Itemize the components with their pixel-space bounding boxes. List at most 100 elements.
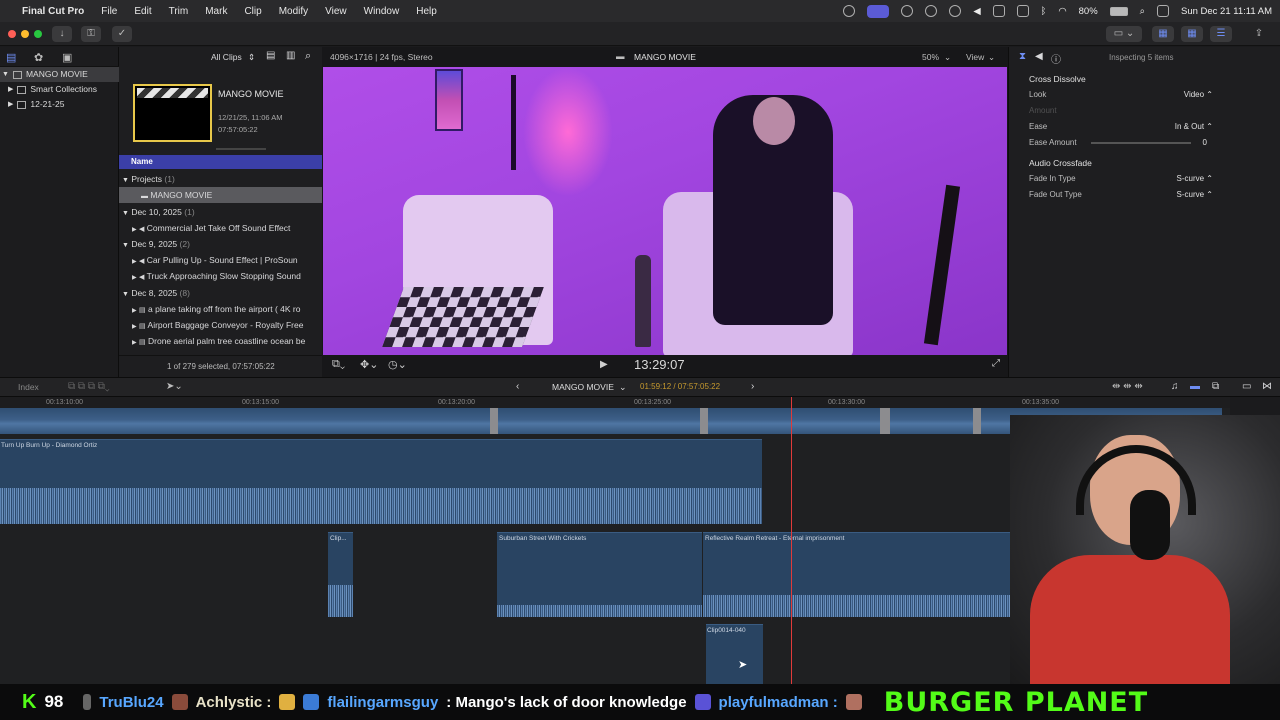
- list-item[interactable]: ▶ ◀ Truck Approaching Slow Stopping Soun…: [119, 268, 322, 284]
- timeline-toggle-button[interactable]: ▦: [1181, 26, 1203, 42]
- transition-marker[interactable]: [880, 408, 890, 434]
- disclosure-open-icon[interactable]: ▼: [122, 291, 129, 298]
- zoom-dropdown[interactable]: 50%: [922, 52, 939, 62]
- inspector-value[interactable]: S-curve ⌃: [1177, 171, 1214, 187]
- trim-tools-icon[interactable]: ⇹ ⇹ ⇹: [1112, 381, 1143, 392]
- disclosure-closed-icon[interactable]: ▶: [132, 227, 137, 233]
- inspector-row-fade-in[interactable]: Fade In Type S-curve ⌃: [1029, 171, 1269, 187]
- forward-button[interactable]: ›: [751, 381, 754, 392]
- photos-icon[interactable]: ✿: [34, 51, 43, 64]
- menu-clip[interactable]: Clip: [244, 6, 261, 17]
- timecode-display[interactable]: 13:29:07: [634, 357, 685, 372]
- close-window-button[interactable]: [8, 30, 16, 38]
- group-projects[interactable]: ▼ Projects (1): [119, 171, 322, 187]
- disclosure-open-icon[interactable]: ▼: [2, 67, 9, 82]
- effects-browser-icon[interactable]: ⋈: [1262, 381, 1272, 392]
- menu-edit[interactable]: Edit: [134, 6, 151, 17]
- edit-buttons[interactable]: ⧉ ⧉ ⧉ ⧉⌄: [68, 381, 110, 392]
- volume-icon[interactable]: ◀︎: [973, 6, 980, 17]
- disclosure-closed-icon[interactable]: ▶: [132, 324, 137, 330]
- inspector-row-fade-out[interactable]: Fade Out Type S-curve ⌃: [1029, 187, 1269, 203]
- skimming-icon[interactable]: ⧉: [1212, 381, 1219, 392]
- street-sound-clip[interactable]: Suburban Street With Crickets: [497, 532, 702, 617]
- clock[interactable]: Sun Dec 21 11:11 AM: [1181, 6, 1272, 17]
- app-status-icon[interactable]: [901, 5, 914, 17]
- inspector-value[interactable]: S-curve ⌃: [1177, 187, 1214, 203]
- cast-icon[interactable]: [1016, 5, 1029, 17]
- list-item[interactable]: ▶ ▤ Airport Baggage Conveyor - Royalty F…: [119, 317, 322, 333]
- disclosure-open-icon[interactable]: ▼: [122, 177, 129, 184]
- inspector-value[interactable]: 0: [1203, 135, 1207, 151]
- notification-icon[interactable]: [1156, 5, 1169, 17]
- name-column-header[interactable]: Name: [119, 155, 322, 169]
- fullscreen-icon[interactable]: ⤢: [992, 358, 1000, 369]
- disclosure-closed-icon[interactable]: ▶: [8, 97, 13, 112]
- wifi-icon[interactable]: ◠: [1058, 6, 1066, 17]
- menu-modify[interactable]: Modify: [279, 6, 308, 17]
- clip-appearance-icon[interactable]: ▭: [1242, 381, 1251, 392]
- inspector-row-look[interactable]: Look Video ⌃: [1029, 87, 1269, 103]
- inspector-row-ease[interactable]: Ease In & Out ⌃: [1029, 119, 1269, 135]
- music-clip[interactable]: Turn Up Burn Up - Diamond Ortiz: [0, 439, 762, 524]
- inspector-value[interactable]: In & Out ⌃: [1175, 119, 1213, 135]
- minimize-window-button[interactable]: [21, 30, 29, 38]
- battery-percent[interactable]: 80%: [1079, 6, 1098, 17]
- transition-marker[interactable]: [700, 408, 708, 434]
- disclosure-closed-icon[interactable]: ▶: [8, 82, 13, 97]
- library-item-smart-collections[interactable]: ▶ Smart Collections: [0, 82, 119, 97]
- ease-amount-slider[interactable]: [1091, 142, 1191, 144]
- screen-record-icon[interactable]: [867, 4, 890, 18]
- menu-mark[interactable]: Mark: [205, 6, 227, 17]
- disclosure-closed-icon[interactable]: ▶: [132, 308, 137, 314]
- search-icon[interactable]: ⌕: [1140, 6, 1145, 17]
- list-view-icon[interactable]: ▥: [286, 50, 295, 61]
- transition-marker[interactable]: [973, 408, 981, 434]
- share-button[interactable]: ⇪: [1250, 26, 1268, 42]
- menu-trim[interactable]: Trim: [169, 6, 189, 17]
- crop-tool-icon[interactable]: ⧉⌄: [332, 358, 345, 371]
- clip-filter-dropdown[interactable]: All Clips: [211, 52, 242, 62]
- disclosure-open-icon[interactable]: ▼: [122, 242, 129, 249]
- libraries-icon[interactable]: ▤: [6, 51, 16, 64]
- group-dec-9[interactable]: ▼ Dec 9, 2025 (2): [119, 236, 322, 252]
- audio-clip-short[interactable]: Clip...: [328, 532, 353, 617]
- display-icon[interactable]: [992, 5, 1005, 17]
- library-item-event-12-21-25[interactable]: ▶ 12-21-25: [0, 97, 119, 112]
- back-button[interactable]: ‹: [516, 381, 519, 392]
- transform-tool-icon[interactable]: ✥⌄: [360, 358, 378, 371]
- list-item[interactable]: ▶ ◀ Car Pulling Up - Sound Effect | ProS…: [119, 252, 322, 268]
- disclosure-open-icon[interactable]: ▼: [122, 210, 129, 217]
- audio-inspector-icon[interactable]: ◀: [1035, 51, 1043, 62]
- background-tasks-button[interactable]: ✓: [112, 26, 132, 42]
- vpn-icon[interactable]: [925, 5, 938, 17]
- timeline-project-name[interactable]: MANGO MOVIE: [552, 382, 614, 392]
- library-item-mango-movie[interactable]: ▼ MANGO MOVIE: [0, 67, 119, 82]
- filmstrip-view-icon[interactable]: ▤: [266, 50, 275, 61]
- clip-0014-040[interactable]: Clip0014-040: [706, 624, 763, 684]
- browser-toggle-button[interactable]: ▦: [1152, 26, 1174, 42]
- snapping-icon[interactable]: ▬: [1190, 381, 1200, 392]
- inspector-value[interactable]: Video ⌃: [1184, 87, 1213, 103]
- bluetooth-icon[interactable]: ᛒ: [1041, 6, 1047, 17]
- disclosure-closed-icon[interactable]: ▶: [132, 340, 137, 346]
- speed-tool-icon[interactable]: ◷⌄: [388, 358, 407, 371]
- list-item-mango-movie[interactable]: ▬ MANGO MOVIE: [119, 187, 322, 203]
- zoom-window-button[interactable]: [34, 30, 42, 38]
- group-dec-8[interactable]: ▼ Dec 8, 2025 (8): [119, 285, 322, 301]
- menu-app-name[interactable]: Final Cut Pro: [22, 6, 84, 17]
- import-button[interactable]: ↓: [52, 26, 72, 42]
- list-item[interactable]: ▶ ▤ Drone aerial palm tree coastline oce…: [119, 333, 322, 349]
- share-arrange-button[interactable]: ▭ ⌄: [1106, 26, 1142, 42]
- project-thumbnail[interactable]: [133, 84, 212, 142]
- video-frame[interactable]: [323, 67, 1007, 355]
- control-center-icon[interactable]: [843, 5, 856, 17]
- menu-file[interactable]: File: [101, 6, 117, 17]
- list-item[interactable]: ▶ ▤ a plane taking off from the airport …: [119, 301, 322, 317]
- disclosure-closed-icon[interactable]: ▶: [132, 275, 137, 281]
- play-icon[interactable]: [949, 5, 962, 17]
- filmstrip-scroll[interactable]: [216, 148, 266, 150]
- timeline-ruler[interactable]: 00:13:10:00 00:13:15:00 00:13:20:00 00:1…: [0, 397, 1230, 408]
- playhead[interactable]: [791, 397, 792, 684]
- group-dec-10[interactable]: ▼ Dec 10, 2025 (1): [119, 204, 322, 220]
- transition-inspector-icon[interactable]: ⧗: [1019, 51, 1026, 62]
